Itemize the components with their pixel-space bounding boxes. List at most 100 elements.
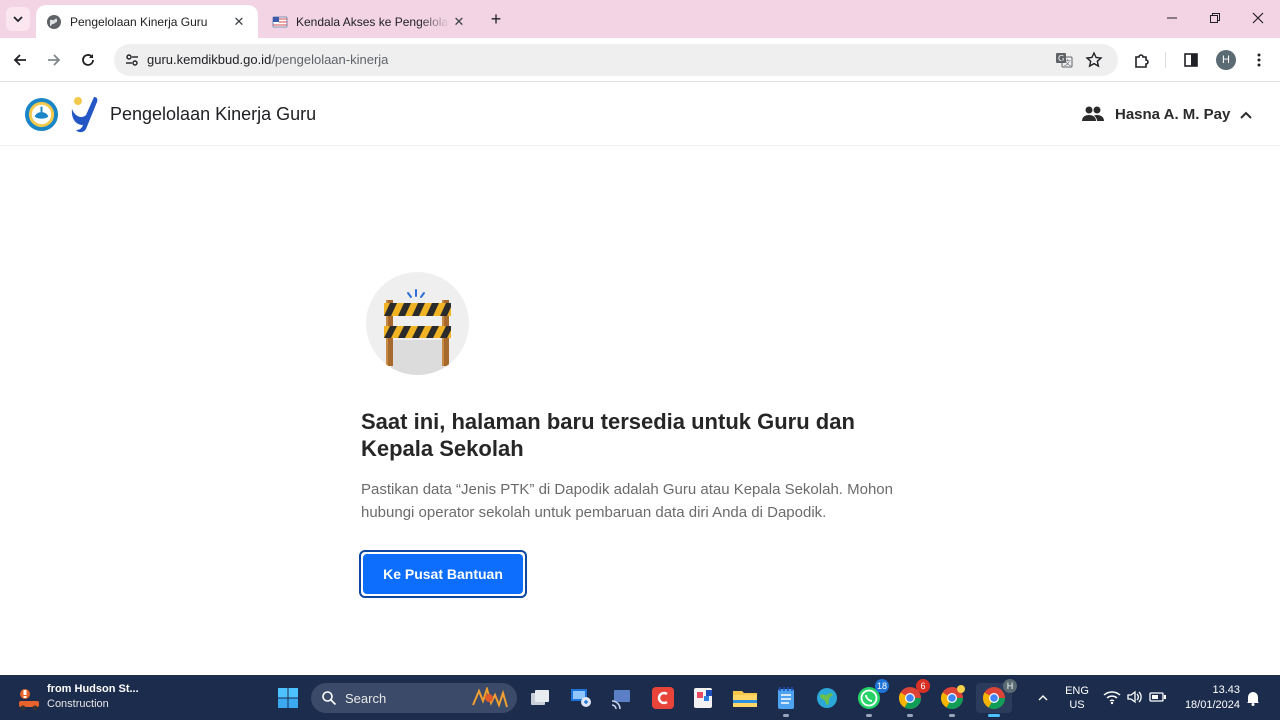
- chevron-up-icon: [1038, 695, 1048, 701]
- running-indicator: [949, 714, 955, 717]
- taskbar-app-chrome-1[interactable]: 6: [895, 679, 930, 717]
- guru-brand-icon: [71, 97, 98, 133]
- tab-title: Pengelolaan Kinerja Guru: [70, 14, 208, 29]
- search-highlight-icon: [472, 687, 508, 708]
- profile-badge: H: [1003, 679, 1017, 693]
- running-indicator: [783, 714, 789, 717]
- chevron-up-icon[interactable]: [1238, 107, 1254, 123]
- taskbar-app-explorer[interactable]: [730, 683, 760, 713]
- menu-button[interactable]: [1247, 48, 1271, 72]
- taskbar-app-canva[interactable]: [648, 683, 678, 713]
- chevron-down-icon: [13, 16, 23, 23]
- weather-title: from Hudson St...: [47, 683, 139, 695]
- side-panel-button[interactable]: [1179, 48, 1203, 72]
- bell-icon: [1247, 692, 1259, 706]
- taskbar-app-remote[interactable]: [566, 683, 596, 713]
- browser-toolbar: guru.kemdikbud.go.id/pengelolaan-kinerja…: [0, 38, 1280, 82]
- search-icon: [322, 691, 337, 706]
- reload-button[interactable]: [76, 48, 100, 72]
- back-button[interactable]: [8, 48, 32, 72]
- profile-avatar[interactable]: H: [1216, 50, 1236, 70]
- arrow-left-icon: [13, 54, 26, 66]
- more-vert-icon: [1257, 53, 1261, 67]
- language-line2: US: [1069, 699, 1085, 711]
- kemdikbud-logo-icon[interactable]: [24, 97, 59, 132]
- star-icon[interactable]: [1084, 50, 1104, 70]
- barrier-illustration: [366, 272, 469, 375]
- tab-kendala-akses[interactable]: Kendala Akses ke Pengelolaan Kinerja ✕: [262, 5, 478, 38]
- clock-date: 18/01/2024: [1184, 699, 1240, 711]
- url-domain: guru.kemdikbud.go.id: [147, 52, 272, 67]
- taskbar-app-notepad[interactable]: [771, 683, 801, 717]
- language-line1: ENG: [1065, 685, 1089, 697]
- active-indicator: [988, 714, 1000, 717]
- taskbar-app-chrome-active[interactable]: H: [976, 679, 1017, 717]
- taskbar-app-snipping[interactable]: [689, 683, 719, 713]
- running-indicator: [866, 714, 872, 717]
- tab-title: Kendala Akses ke Pengelolaan Kinerja: [296, 14, 450, 29]
- search-placeholder: Search: [345, 691, 387, 706]
- puzzle-icon: [1135, 54, 1149, 68]
- translate-icon[interactable]: G文: [1054, 50, 1074, 70]
- tab-pengelolaan-kinerja[interactable]: Pengelolaan Kinerja Guru ✕: [36, 5, 258, 38]
- folder-icon: [733, 691, 757, 707]
- extensions-button[interactable]: [1130, 48, 1154, 72]
- help-center-button-label[interactable]: Ke Pusat Bantuan: [363, 554, 523, 594]
- minimize-button[interactable]: [1150, 6, 1194, 30]
- site-settings-icon[interactable]: [122, 50, 142, 70]
- flag-icon: [272, 14, 288, 30]
- clock[interactable]: 13.43 18/01/2024: [1178, 683, 1244, 713]
- arrow-right-icon: [48, 54, 61, 66]
- close-icon[interactable]: ✕: [230, 13, 248, 31]
- notification-badge: 18: [874, 679, 889, 693]
- taskbar-app-edge[interactable]: [812, 683, 842, 713]
- network-volume-battery[interactable]: [1103, 689, 1167, 707]
- user-name[interactable]: Hasna A. M. Pay: [1115, 106, 1230, 123]
- forward-button[interactable]: [42, 48, 66, 72]
- minimize-icon: [1167, 17, 1177, 19]
- notifications-button[interactable]: [1240, 683, 1266, 713]
- help-center-button[interactable]: Ke Pusat Bantuan: [359, 550, 527, 598]
- start-button[interactable]: [273, 683, 303, 713]
- clock-time: 13.43: [1212, 684, 1240, 696]
- windows-icon: [278, 688, 298, 708]
- restore-button[interactable]: [1193, 6, 1237, 30]
- roadblock-icon: [384, 289, 451, 375]
- globe-icon: [46, 14, 62, 30]
- canva-icon: [652, 687, 674, 709]
- restore-icon: [1210, 13, 1220, 23]
- task-view-icon: [531, 690, 549, 705]
- reload-icon: [82, 54, 94, 66]
- url-path: /pengelolaan-kinerja: [271, 52, 389, 67]
- taskbar-app-cast[interactable]: [607, 683, 637, 713]
- remote-desktop-icon: [571, 689, 591, 707]
- taskbar-app-whatsapp[interactable]: 18: [854, 679, 889, 717]
- browser-tab-strip: Pengelolaan Kinerja Guru ✕ Kendala Akses…: [0, 0, 1280, 38]
- close-window-button[interactable]: [1236, 6, 1280, 30]
- notification-badge: 6: [916, 679, 930, 693]
- volume-icon: [1127, 690, 1142, 704]
- address-bar[interactable]: guru.kemdikbud.go.id/pengelolaan-kinerja…: [114, 44, 1118, 76]
- task-view-button[interactable]: [525, 683, 555, 713]
- taskbar-search[interactable]: Search: [311, 683, 517, 713]
- show-hidden-icons-button[interactable]: [1028, 683, 1058, 713]
- language-indicator[interactable]: ENG US: [1062, 684, 1092, 712]
- new-tab-button[interactable]: +: [486, 9, 506, 29]
- page-description: Pastikan data “Jenis PTK” di Dapodik ada…: [361, 481, 893, 521]
- side-panel-icon: [1184, 53, 1198, 67]
- cast-icon: [611, 690, 630, 709]
- battery-icon: [1149, 692, 1166, 702]
- weather-subtitle: Construction: [47, 698, 109, 710]
- windows-taskbar: from Hudson St... Construction Search 18…: [0, 675, 1280, 720]
- tab-search-button[interactable]: [6, 7, 30, 31]
- snipping-icon: [694, 688, 712, 708]
- weather-widget[interactable]: from Hudson St... Construction: [14, 682, 154, 714]
- close-icon[interactable]: ✕: [450, 13, 468, 31]
- svg-text:文: 文: [1064, 58, 1071, 67]
- toolbar-divider: [1165, 52, 1166, 68]
- people-icon: [1082, 106, 1104, 121]
- url-text: guru.kemdikbud.go.id/pengelolaan-kinerja: [147, 52, 388, 67]
- notepad-icon: [778, 687, 794, 709]
- taskbar-app-chrome-2[interactable]: [937, 683, 967, 717]
- construction-icon: [19, 689, 39, 711]
